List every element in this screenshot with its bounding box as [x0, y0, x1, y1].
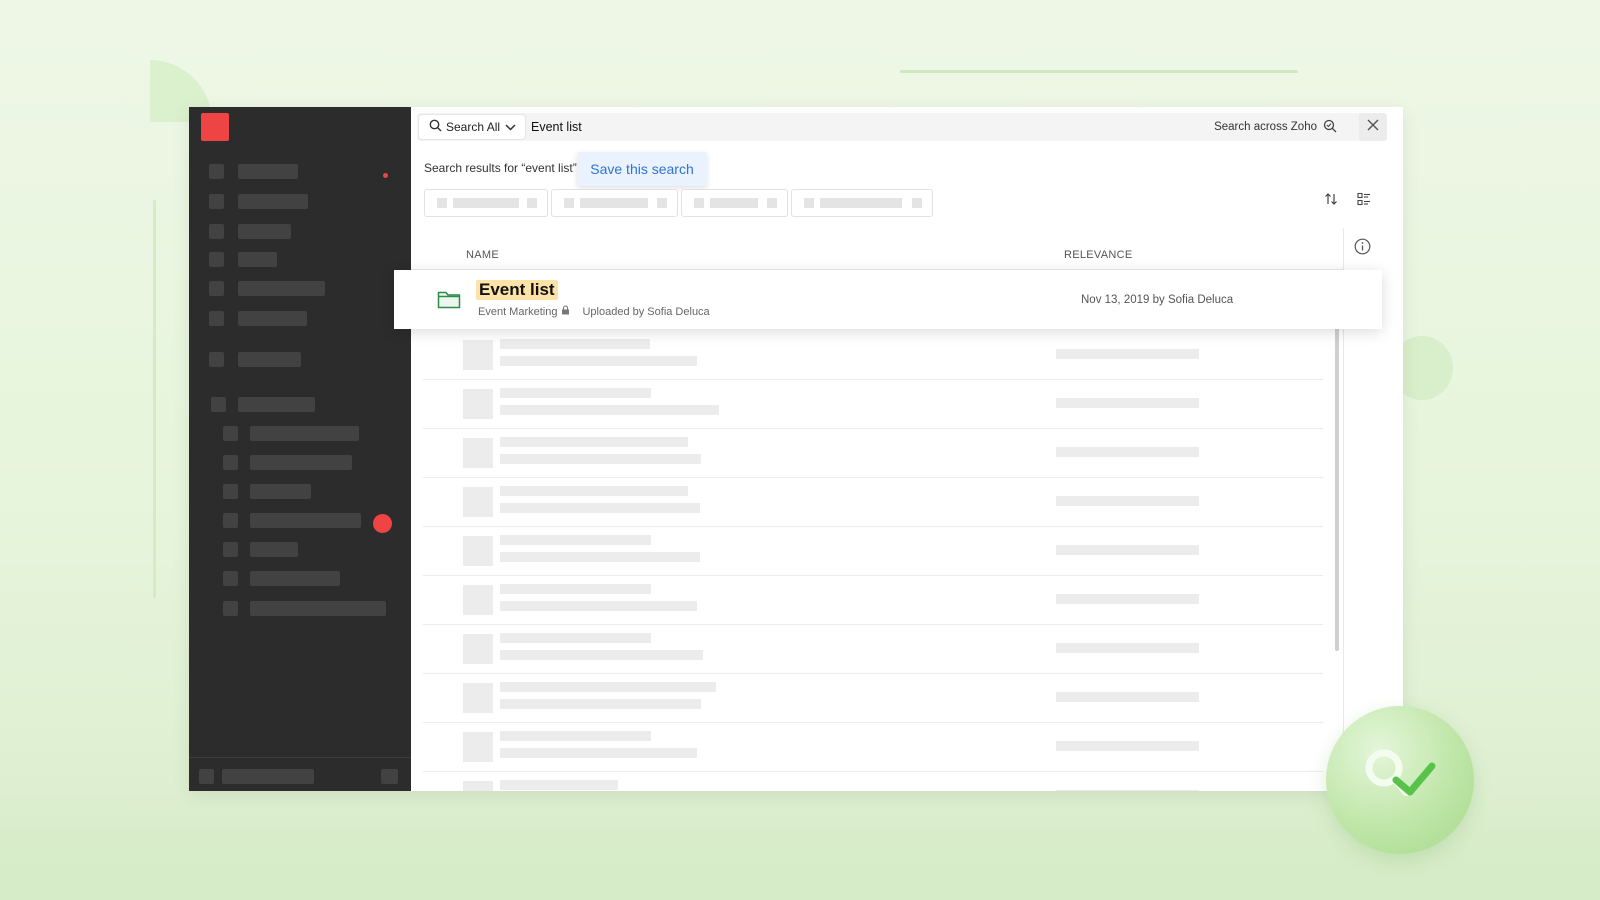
- sidebar-footer-icon: [199, 769, 214, 784]
- result-title[interactable]: Event list: [476, 280, 558, 300]
- sidebar-subitem-icon: [223, 601, 238, 616]
- search-across-zoho-button[interactable]: Search across Zoho: [1214, 113, 1337, 141]
- filter-chip[interactable]: [551, 189, 678, 217]
- search-scope-dropdown[interactable]: Search All: [419, 115, 525, 139]
- notification-dot: [383, 173, 388, 178]
- list-item[interactable]: [423, 331, 1323, 380]
- list-item[interactable]: [423, 576, 1323, 625]
- sidebar-subitem-icon: [223, 571, 238, 586]
- close-search-button[interactable]: [1359, 113, 1387, 141]
- sidebar-footer-action[interactable]: [381, 769, 398, 784]
- sidebar-item-icon: [209, 194, 224, 209]
- list-item[interactable]: [423, 380, 1323, 429]
- list-item[interactable]: [423, 625, 1323, 674]
- app-logo[interactable]: [201, 113, 229, 141]
- sidebar-subitem[interactable]: [250, 484, 311, 499]
- decorative-line-left: [153, 200, 156, 598]
- list-view-icon[interactable]: [1354, 189, 1374, 209]
- sidebar-subitem-icon: [223, 426, 238, 441]
- list-item[interactable]: [423, 527, 1323, 576]
- folder-icon: [437, 290, 461, 314]
- search-icon: [429, 119, 442, 135]
- sidebar-item-icon: [209, 164, 224, 179]
- column-header-name[interactable]: NAME: [466, 249, 499, 261]
- sidebar-item[interactable]: [238, 194, 308, 209]
- result-meta: Event Marketing Uploaded by Sofia Deluca: [478, 305, 710, 318]
- search-results-text: Search results for “event list”: [424, 161, 577, 175]
- list-item[interactable]: [423, 478, 1323, 527]
- sidebar-item-icon: [209, 311, 224, 326]
- list-item[interactable]: [423, 674, 1323, 723]
- sidebar-item-icon: [209, 224, 224, 239]
- filter-chip[interactable]: [681, 189, 788, 217]
- sidebar-subitem[interactable]: [250, 542, 298, 557]
- sidebar-subitem[interactable]: [250, 571, 340, 586]
- sidebar-item[interactable]: [238, 252, 277, 267]
- zoho-search-icon: [1323, 119, 1337, 136]
- sidebar-item[interactable]: [238, 311, 307, 326]
- sidebar-subitem-icon: [223, 513, 238, 528]
- search-bar: Search All Search across Zoho: [417, 113, 1387, 141]
- save-search-button[interactable]: Save this search: [577, 152, 707, 186]
- main-panel: Search All Search across Zoho Search res…: [411, 107, 1403, 791]
- decorative-line-top: [900, 70, 1298, 73]
- sidebar-subitem[interactable]: [250, 426, 359, 441]
- scrollbar[interactable]: [1335, 321, 1339, 651]
- notification-badge: [373, 514, 392, 533]
- sidebar-footer-item[interactable]: [222, 769, 314, 784]
- chevron-down-icon: [505, 120, 516, 134]
- sidebar-subitem[interactable]: [250, 455, 352, 470]
- sidebar-item-icon: [209, 252, 224, 267]
- result-date: Nov 13, 2019 by Sofia Deluca: [1081, 294, 1234, 306]
- close-icon: [1367, 118, 1379, 136]
- list-item[interactable]: [423, 772, 1323, 791]
- result-uploader: Uploaded by Sofia Deluca: [582, 305, 710, 318]
- sidebar-item[interactable]: [238, 224, 291, 239]
- lock-icon: [561, 305, 570, 318]
- sidebar-item[interactable]: [238, 281, 325, 296]
- sidebar-item[interactable]: [238, 164, 298, 179]
- column-header-relevance[interactable]: RELEVANCE: [1064, 249, 1133, 261]
- filter-chip[interactable]: [791, 189, 933, 217]
- sidebar: [189, 107, 411, 791]
- search-input[interactable]: [527, 115, 1095, 139]
- list-item[interactable]: [423, 429, 1323, 478]
- search-check-badge: [1326, 706, 1474, 854]
- sidebar-subitem[interactable]: [250, 513, 361, 528]
- sidebar-subitem-icon: [223, 542, 238, 557]
- search-check-icon: [1365, 749, 1436, 796]
- sort-icon[interactable]: [1321, 189, 1341, 209]
- sidebar-item[interactable]: [238, 352, 301, 367]
- result-folder-name: Event Marketing: [478, 305, 558, 318]
- sidebar-section[interactable]: [238, 397, 315, 412]
- sidebar-item-icon: [209, 281, 224, 296]
- sidebar-item-icon: [209, 352, 224, 367]
- info-icon[interactable]: [1354, 238, 1371, 260]
- sidebar-subitem-icon: [223, 484, 238, 499]
- filter-chip[interactable]: [424, 189, 548, 217]
- search-result-row[interactable]: Event list Event Marketing Uploaded by S…: [394, 270, 1382, 329]
- sidebar-subitem[interactable]: [250, 601, 386, 616]
- search-scope-label: Search All: [446, 120, 501, 134]
- sidebar-subitem-icon: [223, 455, 238, 470]
- sidebar-section-icon: [211, 397, 226, 412]
- app-window: Search All Search across Zoho Search res…: [189, 107, 1403, 791]
- search-across-label: Search across Zoho: [1214, 121, 1317, 133]
- list-item[interactable]: [423, 723, 1323, 772]
- sidebar-divider: [189, 757, 411, 758]
